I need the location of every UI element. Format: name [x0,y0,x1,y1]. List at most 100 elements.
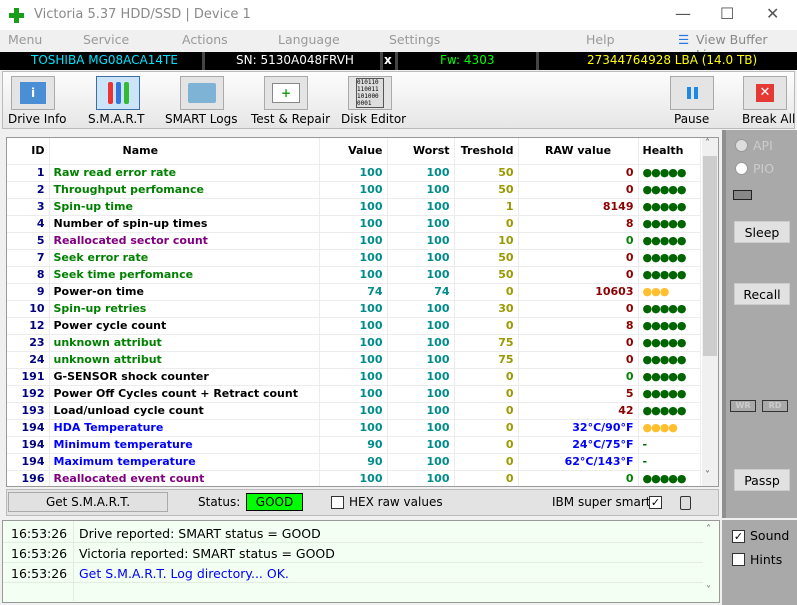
row-value: 100 [319,215,388,233]
table-row[interactable]: 12 Power cycle count 100 100 0 8 ●●●●● [7,317,701,335]
ibm-super-smart-checkbox[interactable]: ✓ [649,496,662,509]
row-value: 100 [319,385,388,403]
table-row[interactable]: 8 Seek time perfomance 100 100 50 0 ●●●●● [7,266,701,284]
table-row[interactable]: 2 Throughput perfomance 100 100 50 0 ●●●●● [7,181,701,199]
pio-radio[interactable] [735,162,748,175]
row-raw: 32°C/90°F [518,419,639,437]
menu-menu[interactable]: Menu [8,32,42,47]
row-threshold: 0 [454,283,519,301]
extra-toggle[interactable] [680,496,691,510]
disk-editor-button[interactable]: 010110 110011 101000 0001 [348,76,392,110]
menu-language[interactable]: Language [278,32,340,47]
table-row[interactable]: 7 Seek error rate 100 100 50 0 ●●●●● [7,249,701,267]
drive-close-button[interactable]: x [384,53,392,67]
row-threshold: 0 [454,419,519,437]
log-time: 16:53:26 [11,526,68,541]
row-name: unknown attribut [49,334,320,352]
list-icon: ☰ [678,32,690,47]
table-row[interactable]: 194 Maximum temperature 90 100 0 62°C/143°F - [7,453,701,471]
row-raw: 0 [518,470,639,486]
table-row[interactable]: 194 Minimum temperature 90 100 0 24°C/75°F - [7,436,701,454]
table-row[interactable]: 194 HDA Temperature 100 100 0 32°C/90°F ●●●● [7,419,701,437]
api-radio[interactable] [735,139,748,152]
scroll-down-icon[interactable]: ˅ [705,470,710,481]
close-button[interactable]: ✕ [766,4,779,23]
log-scroll-down-icon[interactable]: ˅ [706,585,711,596]
row-health: ●●●●● [638,317,701,335]
row-threshold: 0 [454,215,519,233]
table-row[interactable]: 4 Number of spin-up times 100 100 0 8 ●●●●● [7,215,701,233]
row-worst: 100 [387,317,455,335]
hex-raw-checkbox[interactable] [331,496,344,509]
row-value: 100 [319,317,388,335]
table-row[interactable]: 3 Spin-up time 100 100 1 8149 ●●●●● [7,198,701,216]
table-row[interactable]: 191 G-SENSOR shock counter 100 100 0 0 ●●●●● [7,368,701,386]
row-name: Maximum temperature [49,453,320,471]
get-smart-button[interactable]: Get S.M.A.R.T. [8,492,168,512]
smart-logs-button[interactable] [180,76,224,110]
log-time: 16:53:26 [11,546,68,561]
log-message: Get S.M.A.R.T. Log directory... OK. [79,566,289,581]
row-value: 100 [319,368,388,386]
table-row[interactable]: 5 Reallocated sector count 100 100 10 0 ●●●●● [7,232,701,250]
col-raw[interactable]: RAW value [518,138,639,165]
col-value[interactable]: Value [319,138,388,165]
row-raw: 0 [518,232,639,250]
menu-settings[interactable]: Settings [389,32,440,47]
break-all-label: Break All [742,112,796,126]
break-all-button[interactable]: ✕ [743,76,787,110]
col-id[interactable]: ID [7,138,50,165]
drive-model: TOSHIBA MG08ACA14TE [31,53,178,67]
row-raw: 0 [518,334,639,352]
table-row[interactable]: 9 Power-on time 74 74 0 10603 ●●● [7,283,701,301]
row-raw: 5 [518,385,639,403]
scrollbar-thumb[interactable] [703,156,717,356]
hex-raw-label: HEX raw values [349,495,443,509]
scroll-up-icon[interactable]: ˄ [705,138,710,149]
menu-service[interactable]: Service [83,32,129,47]
table-row[interactable]: 10 Spin-up retries 100 100 30 0 ●●●●● [7,300,701,318]
test-repair-button[interactable]: + [264,76,308,110]
table-row[interactable]: 23 unknown attribut 100 100 75 0 ●●●●● [7,334,701,352]
hints-label: Hints [750,552,783,567]
row-id: 10 [7,300,50,318]
table-row[interactable]: 192 Power Off Cycles count + Retract coun… [7,385,701,403]
row-id: 1 [7,164,50,182]
col-threshold[interactable]: Treshold [454,138,519,165]
passp-button[interactable]: Passp [734,469,790,491]
ibm-super-smart-label: IBM super smart: [552,495,655,509]
table-row[interactable]: 196 Reallocated event count 100 100 0 0 ●●●●● [7,470,701,486]
row-raw: 8 [518,317,639,335]
recall-button[interactable]: Recall [734,283,790,305]
smart-button[interactable] [96,76,140,110]
wr-indicator: WR [730,400,756,412]
menu-help[interactable]: Help [586,32,615,47]
table-row[interactable]: 193 Load/unload cycle count 100 100 0 42 ●●●●● [7,402,701,420]
sound-checkbox[interactable]: ✓ [732,530,745,543]
api-label: API [753,138,773,153]
sound-label: Sound [750,528,790,543]
menu-actions[interactable]: Actions [182,32,228,47]
row-health: ●●●●● [638,385,701,403]
maximize-button[interactable]: ☐ [720,4,734,23]
col-name[interactable]: Name [49,138,320,165]
table-row[interactable]: 1 Raw read error rate 100 100 50 0 ●●●●● [7,164,701,182]
drive-info-button[interactable]: i [11,76,55,110]
col-health[interactable]: Health [638,138,701,165]
hints-checkbox[interactable] [732,553,745,566]
folder-pencil-icon [188,83,216,103]
row-id: 4 [7,215,50,233]
pause-icon [686,87,698,99]
row-id: 12 [7,317,50,335]
row-worst: 100 [387,402,455,420]
row-health: ●●●●● [638,249,701,267]
sleep-button[interactable]: Sleep [734,221,790,243]
minimize-button[interactable]: — [675,4,691,23]
row-name: Seek time perfomance [49,266,320,284]
table-row[interactable]: 24 unknown attribut 100 100 75 0 ●●●●● [7,351,701,369]
col-worst[interactable]: Worst [387,138,455,165]
row-health: ●●●●● [638,402,701,420]
pause-button[interactable] [670,76,714,110]
stop-x-icon: ✕ [756,84,774,102]
log-scroll-up-icon[interactable]: ˄ [706,524,711,535]
